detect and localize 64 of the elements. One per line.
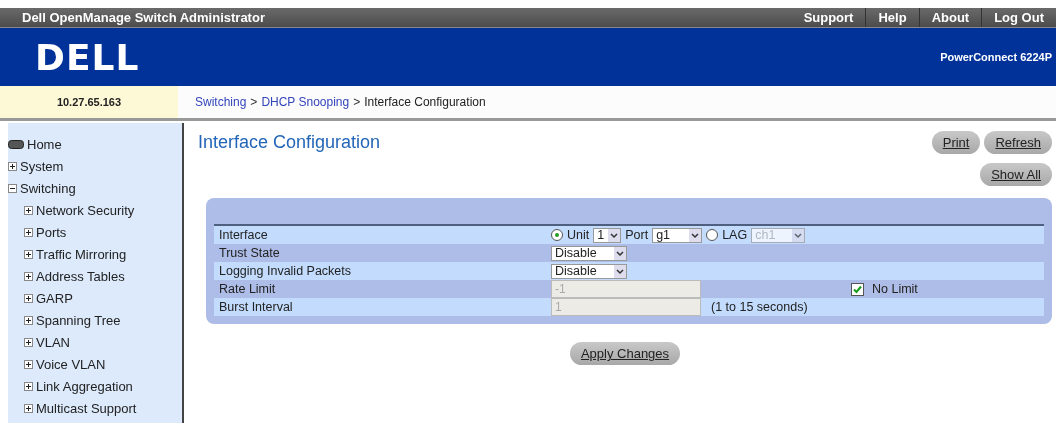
sidebar-item[interactable]: Link Aggregation [8,375,182,397]
expand-icon[interactable] [8,161,17,171]
sidebar-item[interactable]: Switching [8,177,182,199]
expand-icon[interactable] [24,271,33,281]
dropdown-caret-icon[interactable] [608,228,621,242]
toolbar-button[interactable]: Print [931,131,981,154]
app-title: Dell OpenManage Switch Administrator [22,10,265,25]
breadcrumb-text: Interface Configuration [364,95,486,109]
product-name: PowerConnect 6224P [940,51,1052,63]
dropdown[interactable]: Disable [551,245,627,261]
field-label: Logging Invalid Packets [218,264,353,278]
field-label: Trust State [218,246,281,260]
sidebar-item[interactable]: Address Tables [8,265,182,287]
dropdown[interactable]: Disable [551,263,627,279]
expand-icon[interactable] [24,293,33,303]
sidebar-item[interactable]: Traffic Mirroring [8,243,182,265]
sidebar-item[interactable]: Home [8,133,182,155]
expand-icon[interactable] [24,315,33,325]
apply-button[interactable]: Apply Changes [569,342,681,365]
expand-icon[interactable] [24,249,33,259]
sidebar-item[interactable]: VLAN [8,331,182,353]
expand-icon[interactable] [24,205,33,215]
top-link[interactable]: Help [865,8,919,27]
expand-icon[interactable] [24,227,33,237]
sidebar-item[interactable]: Voice VLAN [8,353,182,375]
top-link[interactable]: About [918,8,982,27]
radio-label: LAG [722,228,748,242]
checkbox-label: No Limit [872,282,918,296]
dropdown-caret-icon[interactable] [614,246,626,260]
hint-text: (1 to 15 seconds) [711,300,808,314]
field-label: Rate Limit [218,282,277,296]
sidebar-item[interactable]: Spanning Tree [8,309,182,331]
sidebar-item[interactable]: GARP [8,287,182,309]
sidebar-item[interactable]: Multicast Support [8,397,182,419]
breadcrumb-separator: > [353,95,361,109]
expand-icon[interactable] [24,381,33,391]
top-link[interactable]: Support [791,8,866,27]
show-all-button[interactable]: Show All [980,163,1052,186]
page-title: Interface Configuration [198,132,381,153]
breadcrumb-separator: > [250,95,258,109]
dropdown-caret-icon[interactable] [689,228,702,242]
expand-icon[interactable] [24,403,33,413]
radio-button[interactable] [706,229,719,241]
expand-icon[interactable] [24,337,33,347]
radio-button[interactable] [551,229,563,241]
field-label: Port [625,228,649,242]
top-link[interactable]: Log Out [981,8,1056,27]
logo: DELL [35,36,140,78]
radio-label: Unit [567,228,590,242]
ip-address: 10.27.65.163 [0,86,178,118]
sidebar-item[interactable]: System [8,155,182,177]
field-label: Burst Interval [218,300,294,314]
home-drive-icon [8,139,24,149]
expand-icon[interactable] [24,359,33,369]
breadcrumb-link[interactable]: DHCP Snooping [261,95,350,109]
dropdown[interactable]: 1 [593,227,622,243]
dropdown[interactable]: g1 [652,227,703,243]
collapse-icon[interactable] [8,183,17,193]
sidebar-item[interactable]: Ports [8,221,182,243]
sidebar-item[interactable]: Network Security [8,199,182,221]
dropdown-caret-icon[interactable] [614,264,626,278]
breadcrumb-link[interactable]: Switching [195,95,247,109]
field-label: Interface [218,228,269,242]
toolbar-button[interactable]: Refresh [984,131,1052,154]
